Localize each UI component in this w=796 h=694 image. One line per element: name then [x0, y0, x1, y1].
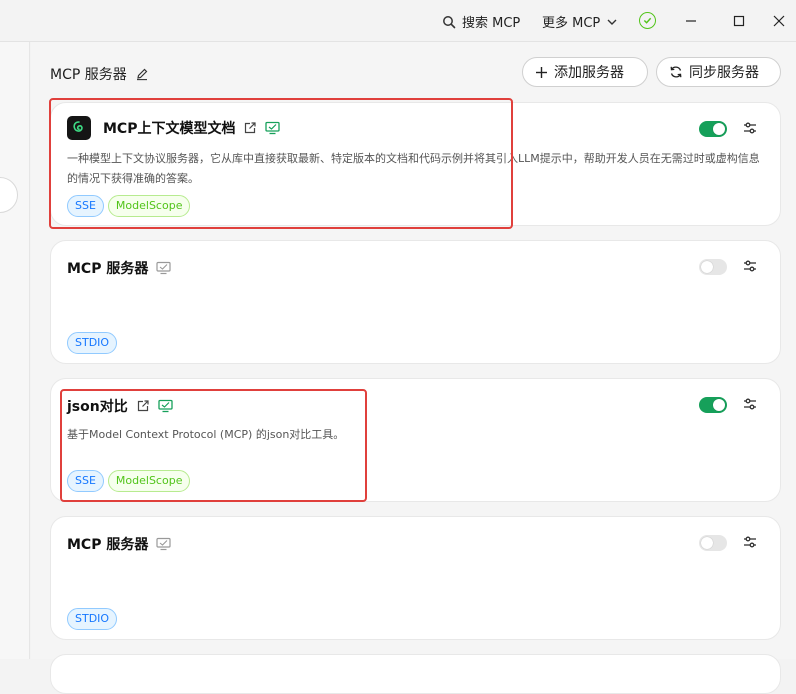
- search-mcp-label: 搜索 MCP: [462, 16, 521, 31]
- modelscope-logo-icon: [67, 116, 91, 140]
- minimize-button[interactable]: [678, 8, 704, 34]
- server-tags: STDIO: [67, 332, 118, 354]
- page-title-text: MCP 服务器: [50, 67, 127, 83]
- server-tags: SSE ModelScope: [67, 195, 191, 217]
- main-content: MCP 服务器 添加服务器 同步服务器 MCP上下文模型文档 一种模型上下文协议…: [31, 42, 796, 694]
- server-card[interactable]: [50, 654, 781, 694]
- title-bar: 搜索 MCP 更多 MCP: [0, 0, 796, 42]
- page-title: MCP 服务器: [50, 64, 149, 84]
- server-card-header: MCP 服务器: [67, 534, 171, 554]
- monitor-icon: [156, 261, 171, 275]
- minimize-icon: [686, 20, 696, 22]
- server-name: MCP 服务器: [67, 537, 149, 553]
- add-server-button[interactable]: 添加服务器: [522, 57, 648, 87]
- search-icon: [443, 15, 456, 28]
- server-description: 一种模型上下文协议服务器，它从库中直接获取最新、特定版本的文档和代码示例并将其引…: [67, 152, 760, 185]
- settings-sliders-icon[interactable]: [742, 258, 758, 274]
- more-mcp-label: 更多 MCP: [542, 16, 601, 31]
- settings-sliders-icon[interactable]: [742, 396, 758, 412]
- server-card-header: json对比: [67, 396, 173, 416]
- edit-icon[interactable]: [135, 67, 149, 81]
- server-enable-toggle[interactable]: [699, 397, 727, 413]
- server-description: 基于Model Context Protocol (MCP) 的json对比工具…: [67, 428, 345, 441]
- settings-sliders-icon[interactable]: [742, 534, 758, 550]
- monitor-icon: [156, 537, 171, 551]
- server-tags: SSE ModelScope: [67, 470, 191, 492]
- plus-icon: [536, 66, 547, 78]
- sync-icon: [670, 66, 682, 78]
- tag-modelscope: ModelScope: [107, 195, 191, 217]
- server-card-header: MCP上下文模型文档: [67, 116, 281, 140]
- sync-server-button[interactable]: 同步服务器: [656, 57, 781, 87]
- left-sidebar: [0, 42, 30, 659]
- search-mcp-button[interactable]: 搜索 MCP: [442, 12, 520, 31]
- tag-sse: SSE: [67, 195, 104, 217]
- check-circle-icon[interactable]: [639, 12, 656, 29]
- server-card[interactable]: json对比 基于Model Context Protocol (MCP) 的j…: [50, 378, 781, 502]
- server-card[interactable]: MCP上下文模型文档 一种模型上下文协议服务器，它从库中直接获取最新、特定版本的…: [50, 102, 781, 226]
- server-name: MCP上下文模型文档: [103, 121, 236, 137]
- server-enable-toggle[interactable]: [699, 259, 727, 275]
- maximize-icon: [733, 15, 745, 27]
- external-link-icon[interactable]: [243, 121, 257, 135]
- close-icon: [773, 15, 785, 27]
- sidebar-collapse-handle[interactable]: [0, 177, 18, 213]
- tag-modelscope: ModelScope: [107, 470, 191, 492]
- server-card[interactable]: MCP 服务器 STDIO: [50, 516, 781, 640]
- server-enable-toggle[interactable]: [699, 121, 727, 137]
- server-card[interactable]: MCP 服务器 STDIO: [50, 240, 781, 364]
- tag-stdio: STDIO: [67, 608, 118, 630]
- more-mcp-dropdown[interactable]: 更多 MCP: [542, 12, 618, 31]
- server-name: MCP 服务器: [67, 261, 149, 277]
- maximize-button[interactable]: [726, 8, 752, 34]
- sync-server-label: 同步服务器: [689, 65, 759, 81]
- close-button[interactable]: [766, 8, 792, 34]
- monitor-icon: [265, 121, 281, 135]
- server-tags: STDIO: [67, 608, 118, 630]
- tag-stdio: STDIO: [67, 332, 118, 354]
- monitor-icon: [158, 399, 173, 413]
- external-link-icon[interactable]: [136, 399, 150, 413]
- server-enable-toggle[interactable]: [699, 535, 727, 551]
- chevron-down-icon: [607, 19, 617, 25]
- server-name: json对比: [67, 399, 128, 415]
- server-card-header: MCP 服务器: [67, 258, 171, 278]
- add-server-label: 添加服务器: [554, 65, 624, 81]
- settings-sliders-icon[interactable]: [742, 120, 758, 136]
- tag-sse: SSE: [67, 470, 104, 492]
